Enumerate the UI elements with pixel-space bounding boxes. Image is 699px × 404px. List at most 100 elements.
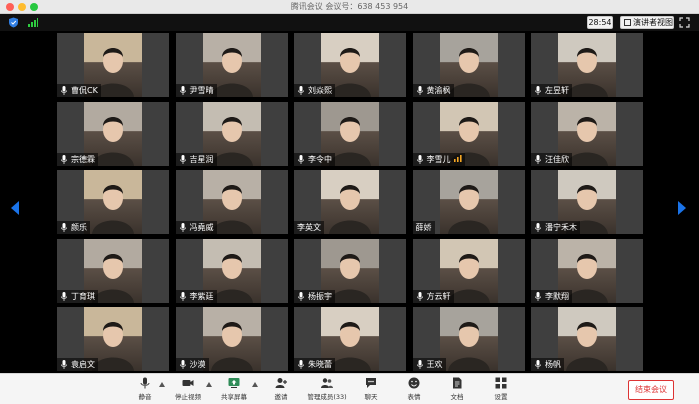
share-options-caret-icon[interactable]	[252, 382, 258, 387]
participant-name-tag: 宗德霖	[57, 152, 98, 166]
docs-button[interactable]: 文档	[437, 377, 477, 403]
participant-tile[interactable]: 潘宁禾木	[531, 170, 643, 234]
mute-label: 静音	[138, 393, 152, 401]
participant-name-tag: 薛娇	[412, 221, 435, 234]
participant-tile[interactable]: 杨振宇	[294, 238, 406, 303]
participant-name: 左昱轩	[545, 86, 569, 95]
microphone-icon	[179, 154, 186, 164]
participant-tile[interactable]: 李雪儿	[412, 101, 525, 166]
person-silhouette-icon	[447, 322, 490, 371]
participant-name: 方云轩	[426, 291, 451, 301]
end-meeting-button[interactable]: 结束会议	[628, 380, 674, 400]
participant-video	[321, 170, 379, 234]
participant-tile[interactable]: 李默翔	[531, 238, 643, 303]
signal-icon[interactable]	[28, 17, 38, 27]
manage-members-label: 管理成员(33)	[307, 393, 347, 401]
participant-tile[interactable]: 王欢	[412, 307, 525, 371]
settings-label: 设置	[494, 393, 508, 401]
window-title: 腾讯会议 会议号：638 453 954	[290, 2, 409, 11]
meeting-toolbar: 静音 停止视频 共享屏幕 邀请 管理成员(33) 聊天 表情 文档 设置 结束会…	[0, 373, 699, 404]
participant-name-tag: 方云轩	[412, 289, 454, 303]
chat-button[interactable]: 聊天	[351, 377, 391, 403]
participant-name: 曹侃CK	[71, 86, 98, 95]
settings-button[interactable]: 设置	[481, 377, 521, 403]
participant-tile[interactable]: 方云轩	[412, 238, 525, 303]
fullscreen-icon[interactable]	[679, 17, 690, 28]
person-silhouette-icon	[210, 322, 253, 371]
participant-video	[202, 307, 261, 371]
microphone-icon	[298, 291, 304, 301]
microphone-icon	[416, 291, 423, 301]
participant-name: 李紫廷	[189, 291, 214, 301]
participant-name: 宗德霖	[71, 154, 95, 164]
document-icon	[453, 377, 462, 389]
microphone-icon	[298, 86, 304, 95]
microphone-icon	[61, 360, 67, 369]
participant-tile[interactable]: 曹侃CK	[57, 33, 169, 97]
participant-name: 杨振宇	[308, 291, 332, 301]
participant-tile[interactable]: 左昱轩	[531, 33, 643, 97]
participant-name-tag: 朱晓蕾	[294, 358, 335, 371]
participant-tile[interactable]: 丁育琪	[57, 238, 169, 303]
meeting-top-bar: 28:54 演讲者视图	[0, 14, 699, 31]
shield-icon[interactable]	[8, 17, 19, 28]
participant-name: 尹雪晴	[189, 86, 214, 95]
reactions-label: 表情	[407, 393, 421, 401]
participant-tile[interactable]: 宗德霖	[57, 101, 169, 166]
speaker-view-button[interactable]: 演讲者视图	[620, 16, 674, 29]
participant-tile[interactable]: 薛娇	[412, 170, 525, 234]
next-page-arrow-icon[interactable]	[677, 200, 687, 216]
participant-tile[interactable]: 颜乐	[57, 170, 169, 234]
participant-name-tag: 袁启文	[57, 358, 98, 371]
participant-name: 丁育琪	[71, 291, 95, 301]
participant-name: 沙漠	[189, 360, 206, 369]
participant-name-tag: 李英文	[294, 221, 324, 234]
participant-name-tag: 丁育琪	[57, 289, 98, 303]
participant-tile[interactable]: 李英文	[294, 170, 406, 234]
microphone-icon	[535, 223, 541, 232]
participant-tile[interactable]: 杨帆	[531, 307, 643, 371]
participant-tile[interactable]: 刘焱熙	[294, 33, 406, 97]
prev-page-arrow-icon[interactable]	[10, 200, 20, 216]
participant-name: 刘焱熙	[308, 86, 332, 95]
person-silhouette-icon	[447, 185, 490, 234]
participant-tile[interactable]: 尹雪晴	[175, 33, 288, 97]
participant-tile[interactable]: 袁启文	[57, 307, 169, 371]
mute-options-caret-icon[interactable]	[159, 382, 165, 387]
share-screen-icon	[228, 378, 240, 388]
participant-tile[interactable]: 李紫廷	[175, 238, 288, 303]
participant-tile[interactable]: 沙漠	[175, 307, 288, 371]
reactions-button[interactable]: 表情	[394, 377, 434, 403]
participant-name-tag: 王欢	[412, 358, 446, 371]
participant-video-grid: 曹侃CK 尹雪晴 刘焱熙 黄渝枫 左昱轩宗德霖 吉星润 李令中 李雪儿 汪佳欣颜乐 冯堯威 李英文 薛…	[57, 33, 643, 371]
microphone-icon	[61, 154, 67, 164]
mute-button[interactable]: 静音	[125, 377, 165, 403]
participant-name: 潘宁禾木	[545, 223, 577, 232]
manage-members-button[interactable]: 管理成员(33)	[306, 377, 348, 403]
participant-name-tag: 李令中	[294, 152, 335, 166]
video-options-caret-icon[interactable]	[206, 382, 212, 387]
microphone-icon	[179, 291, 186, 301]
participant-name-tag: 黄渝枫	[412, 84, 454, 97]
participant-name-tag: 汪佳欣	[531, 152, 572, 166]
participant-name: 李令中	[308, 154, 332, 164]
participant-tile[interactable]: 朱晓蕾	[294, 307, 406, 371]
stop-video-button[interactable]: 停止视频	[168, 377, 208, 403]
participant-tile[interactable]: 吉星润	[175, 101, 288, 166]
participant-name-tag: 李默翔	[531, 289, 572, 303]
docs-label: 文档	[450, 393, 464, 401]
participant-tile[interactable]: 汪佳欣	[531, 101, 643, 166]
microphone-icon	[298, 154, 304, 164]
share-screen-button[interactable]: 共享屏幕	[214, 377, 254, 403]
participant-name: 李英文	[297, 223, 321, 232]
participant-name-tag: 杨振宇	[294, 289, 335, 303]
microphone-icon	[179, 360, 186, 369]
participant-tile[interactable]: 黄渝枫	[412, 33, 525, 97]
participant-tile[interactable]: 冯堯威	[175, 170, 288, 234]
invite-label: 邀请	[274, 393, 288, 401]
speaking-indicator-icon	[453, 154, 462, 162]
participant-name-tag: 吉星润	[175, 152, 217, 166]
participant-name-tag: 左昱轩	[531, 84, 572, 97]
participant-tile[interactable]: 李令中	[294, 101, 406, 166]
invite-button[interactable]: 邀请	[261, 377, 301, 403]
